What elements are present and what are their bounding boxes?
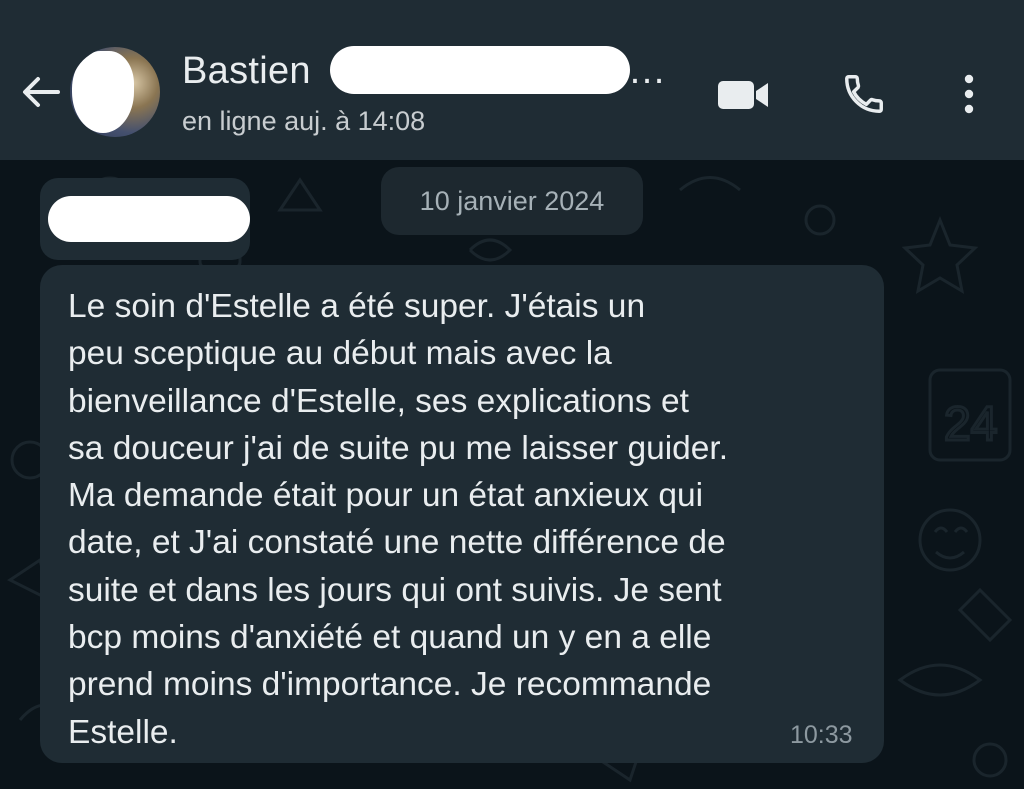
back-arrow-icon bbox=[23, 77, 60, 107]
contact-name[interactable]: Bastien bbox=[182, 50, 311, 93]
message-text: Le soin d'Estelle a été super. J'étais u… bbox=[68, 288, 729, 751]
previous-message-redaction bbox=[48, 196, 250, 242]
chat-header: Bastien … en ligne auj. à 14:08 bbox=[0, 0, 1024, 160]
voice-call-button[interactable] bbox=[834, 66, 894, 122]
avatar-redaction bbox=[72, 51, 134, 133]
message-timestamp: 10:33 bbox=[790, 721, 853, 749]
svg-text:24: 24 bbox=[944, 398, 997, 451]
chat-screen: Bastien … en ligne auj. à 14:08 24 10 ja… bbox=[0, 0, 1024, 789]
date-separator: 10 janvier 2024 bbox=[381, 167, 643, 235]
contact-avatar[interactable] bbox=[70, 47, 160, 137]
more-vertical-icon bbox=[964, 74, 974, 114]
phone-icon bbox=[845, 75, 883, 113]
contact-name-redaction bbox=[330, 46, 630, 94]
video-call-button[interactable] bbox=[712, 70, 776, 120]
video-camera-icon bbox=[718, 81, 768, 109]
back-button[interactable] bbox=[14, 66, 66, 118]
contact-status: en ligne auj. à 14:08 bbox=[182, 106, 426, 136]
more-options-button[interactable] bbox=[946, 64, 992, 124]
contact-name-ellipsis: … bbox=[628, 50, 666, 92]
